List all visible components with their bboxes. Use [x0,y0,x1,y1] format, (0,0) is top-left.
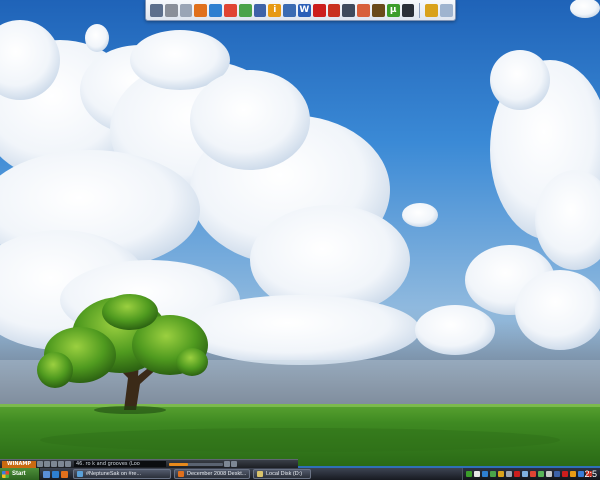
task-app-icon [178,471,184,477]
tray-app-icon[interactable] [538,471,544,477]
top-dock-launcher: i Wμ [145,0,456,21]
previous-button[interactable] [37,461,43,467]
torrent-icon[interactable]: μ [386,3,400,17]
flash-icon[interactable] [327,3,341,17]
task-button[interactable]: Local Disk (D:) [253,469,311,479]
tools-icon[interactable] [164,3,178,17]
tray-app-icon[interactable] [482,471,488,477]
network-icon[interactable] [425,3,439,17]
tray-app-icon[interactable] [514,471,520,477]
volume-up-button[interactable] [231,461,237,467]
start-label: Start [12,471,26,477]
next-button[interactable] [65,461,71,467]
seek-bar-progress [169,462,188,466]
quick-launch-bar [43,470,70,478]
show-desktop-icon[interactable] [43,470,50,478]
desktop-wallpaper [0,0,600,480]
task-button[interactable]: #NeptuneSak on #re... [73,469,171,479]
tray-app-icon[interactable] [530,471,536,477]
browser-ql-icon[interactable] [52,470,59,478]
chrome-icon[interactable] [223,3,237,17]
documents-icon[interactable] [150,3,163,17]
tray-app-icon[interactable] [498,471,504,477]
tray-app-icon[interactable] [522,471,528,477]
task-button-label: Local Disk (D:) [266,471,303,477]
tray-app-icon[interactable] [490,471,496,477]
volume-down-button[interactable] [224,461,230,467]
tray-app-icon[interactable] [562,471,568,477]
messenger-icon[interactable] [238,3,252,17]
dock-separator [419,2,421,18]
media-icon[interactable] [342,3,356,17]
control-panel-icon[interactable] [253,3,267,17]
task-button-label: December 2008 Deskt... [187,471,247,477]
system-tray: 2:5 [462,468,600,480]
windows-logo-icon [2,470,9,478]
pause-button[interactable] [51,461,57,467]
tray-app-icon[interactable] [474,471,480,477]
mail-icon[interactable] [179,3,193,17]
task-app-icon [257,471,263,477]
info-icon[interactable]: i [268,3,282,17]
seek-bar[interactable] [169,462,223,466]
task-button[interactable]: December 2008 Deskt... [174,469,250,479]
archive-icon[interactable] [371,3,385,17]
tray-app-icon[interactable] [466,471,472,477]
player-ql-icon[interactable] [61,470,68,478]
media-player-bar: WINAMP 46. ro k and grooves (Loo [0,459,298,468]
tray-app-icon[interactable] [546,471,552,477]
play-button[interactable] [44,461,50,467]
task-app-icon [77,471,83,477]
start-button[interactable]: Start [0,468,40,480]
internet-explorer-icon[interactable] [209,3,222,17]
tray-app-icon[interactable] [554,471,560,477]
image-editor-icon[interactable] [357,3,370,17]
clock[interactable]: 2:5 [584,468,597,480]
firefox-icon[interactable] [194,3,208,17]
tray-app-icon[interactable] [506,471,512,477]
task-button-list: #NeptuneSak on #re... December 2008 Deskt… [70,469,311,479]
taskbar: Start #NeptuneSak on #re... December 2008… [0,468,600,480]
opera-icon[interactable] [312,3,326,17]
tray-app-icon[interactable] [578,471,584,477]
window-icon[interactable] [283,3,296,17]
task-button-label: #NeptuneSak on #re... [86,471,142,477]
media-player-logo[interactable]: WINAMP [2,460,36,468]
recycle-bin-icon[interactable] [440,3,453,17]
stop-button[interactable] [58,461,64,467]
camera-icon[interactable] [401,3,415,17]
now-playing-track: 46. ro k and grooves (Loo [74,461,166,467]
tray-app-icon[interactable] [570,471,576,477]
word-icon[interactable]: W [297,3,311,17]
